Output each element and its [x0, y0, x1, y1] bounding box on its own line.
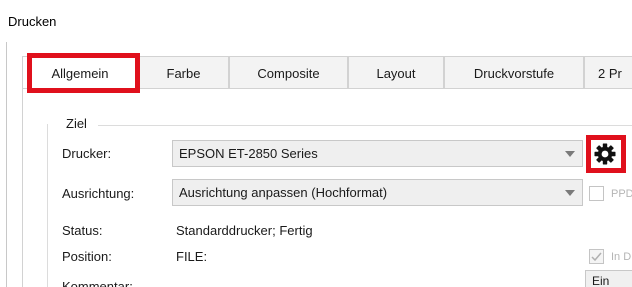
- drucker-select-value: EPSON ET-2850 Series: [179, 146, 318, 161]
- gear-icon: [594, 143, 616, 165]
- in-datei-checkbox-label: In D: [611, 251, 632, 263]
- tab-label: Layout: [376, 65, 416, 81]
- position-value: FILE:: [176, 249, 208, 264]
- window-left-border: [6, 42, 7, 287]
- tab-label: Composite: [257, 65, 320, 81]
- printer-settings-button[interactable]: [589, 137, 621, 171]
- chevron-down-icon: [565, 190, 575, 196]
- tab-druckvorstufe[interactable]: Druckvorstufe: [444, 56, 584, 89]
- chevron-down-icon: [565, 151, 575, 157]
- ausrichtung-label: Ausrichtung:: [62, 186, 135, 201]
- tab-label: 2 Pr: [598, 65, 622, 81]
- einstellungen-button-label: Ein: [592, 274, 610, 287]
- tab-bar: Allgemein Farbe Composite Layout Druckvo…: [22, 56, 632, 89]
- status-label: Status:: [62, 223, 103, 238]
- tab-farbe[interactable]: Farbe: [138, 56, 229, 89]
- drucker-label: Drucker:: [62, 146, 112, 161]
- drucker-select[interactable]: EPSON ET-2850 Series: [172, 140, 583, 167]
- tab-label: Druckvorstufe: [473, 65, 555, 81]
- tab-layout[interactable]: Layout: [348, 56, 444, 89]
- checkmark-icon: [591, 252, 602, 262]
- in-datei-checkbox[interactable]: [589, 249, 604, 264]
- tab-label: Allgemein: [51, 65, 109, 81]
- window-title: Drucken: [8, 14, 57, 29]
- tab-label: Farbe: [166, 65, 201, 81]
- ausrichtung-select[interactable]: Ausrichtung anpassen (Hochformat): [172, 179, 583, 206]
- tab-2-pr[interactable]: 2 Pr: [584, 56, 632, 89]
- group-border-top: [98, 125, 632, 126]
- group-title-ziel: Ziel: [64, 116, 89, 131]
- ppd-checkbox[interactable]: [589, 186, 604, 201]
- group-border-left: [47, 124, 48, 287]
- ausrichtung-select-value: Ausrichtung anpassen (Hochformat): [179, 185, 388, 200]
- tab-composite[interactable]: Composite: [229, 56, 348, 89]
- kommentar-label: Kommentar:: [62, 279, 133, 287]
- tab-allgemein[interactable]: Allgemein: [22, 56, 138, 89]
- status-value: Standarddrucker; Fertig: [176, 223, 313, 238]
- ppd-checkbox-label: PPD: [611, 188, 632, 200]
- einstellungen-button[interactable]: Ein: [585, 270, 632, 287]
- position-label: Position:: [62, 249, 112, 264]
